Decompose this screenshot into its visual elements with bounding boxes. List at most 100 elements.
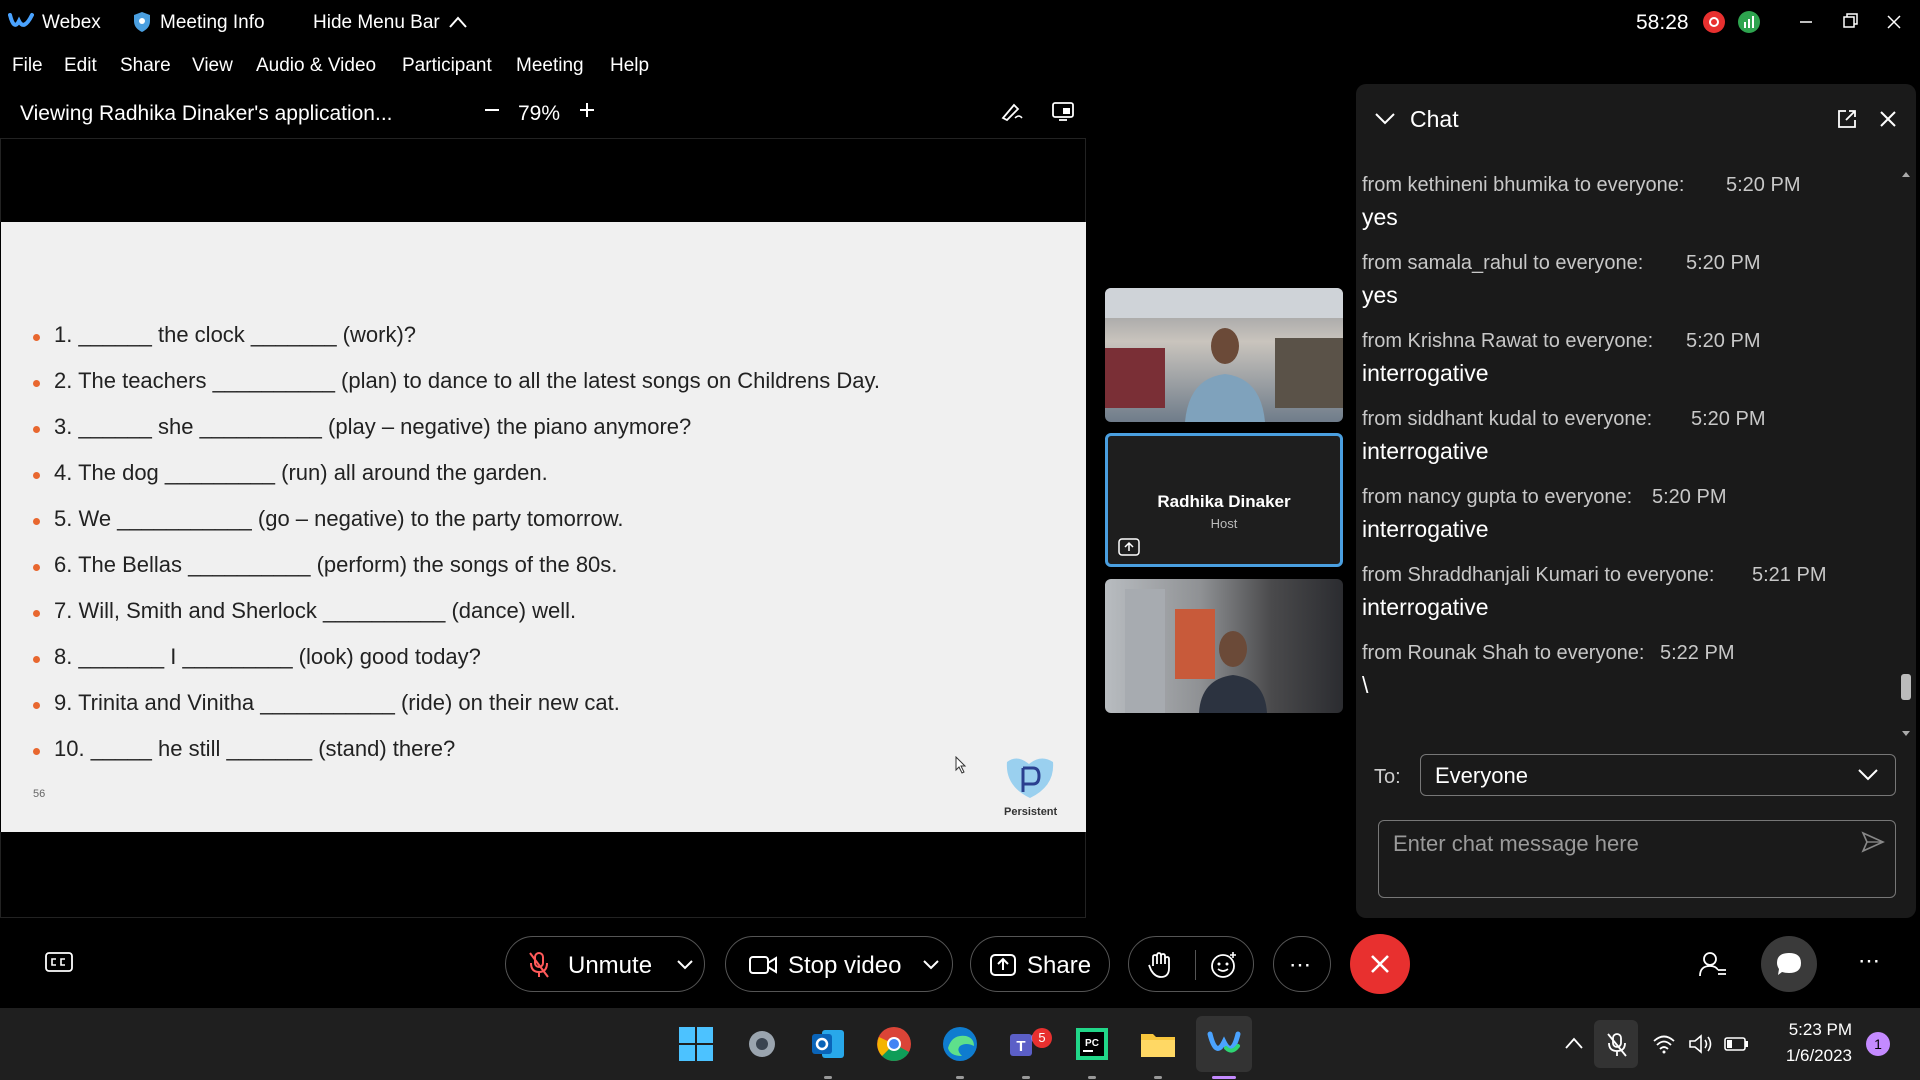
video-options-chevron-icon[interactable]	[922, 959, 940, 971]
chrome-icon[interactable]	[874, 1024, 914, 1064]
sharing-icon	[1118, 538, 1140, 556]
clock-date[interactable]: 1/6/2023	[1760, 1046, 1852, 1066]
viewing-title: Viewing Radhika Dinaker's application...	[20, 102, 393, 125]
participants-icon[interactable]	[1698, 950, 1728, 978]
panel-more-icon[interactable]: ⋯	[1858, 948, 1880, 974]
send-icon[interactable]	[1861, 831, 1885, 853]
persistent-logo-text: Persistent	[1004, 806, 1058, 818]
hide-menu-bar-button[interactable]: Hide Menu Bar	[313, 12, 440, 34]
share-screen-icon	[989, 952, 1017, 978]
menu-file[interactable]: File	[12, 55, 43, 77]
message-text: interrogative	[1362, 360, 1489, 386]
notification-badge[interactable]: 1	[1866, 1032, 1890, 1056]
chevron-up-icon[interactable]	[448, 15, 468, 29]
svg-text:T: T	[1016, 1038, 1025, 1055]
raise-hand-icon[interactable]	[1147, 950, 1173, 980]
leave-meeting-button[interactable]	[1350, 934, 1410, 994]
wifi-icon[interactable]	[1652, 1034, 1676, 1054]
chat-scrollbar[interactable]	[1900, 168, 1912, 740]
zoom-level: 79%	[518, 102, 561, 125]
windows-start-icon[interactable]	[676, 1024, 716, 1064]
participant-video-icon	[1125, 589, 1267, 713]
menu-meeting[interactable]: Meeting	[516, 55, 584, 77]
mouse-cursor-icon	[955, 756, 967, 774]
chat-message: from nancy gupta to everyone: 5:20 PM in…	[1356, 486, 1896, 564]
bullet-icon	[33, 426, 40, 433]
chat-toggle-button[interactable]	[1761, 936, 1817, 992]
recipient-select[interactable]: Everyone	[1420, 754, 1896, 796]
taskbar: T 5 PC 5:23 PM 1/6/2023 1	[0, 1008, 1920, 1080]
recording-icon[interactable]	[1702, 10, 1726, 34]
zoom-in-icon[interactable]	[577, 100, 597, 120]
message-sender: from siddhant kudal to everyone:	[1362, 408, 1653, 430]
shared-slide: 1. ______ the clock _______ (work)? 2. T…	[1, 222, 1086, 832]
bullet-icon	[33, 380, 40, 387]
file-explorer-icon[interactable]	[1138, 1024, 1178, 1064]
bullet-icon	[33, 334, 40, 341]
title-bar: Webex Meeting Info Hide Menu Bar 58:28	[0, 0, 1920, 46]
host-role: Host	[1210, 516, 1238, 531]
edge-icon[interactable]	[940, 1024, 980, 1064]
close-window-icon[interactable]	[1874, 8, 1914, 36]
outlook-icon[interactable]	[808, 1024, 848, 1064]
menu-audio-video[interactable]: Audio & Video	[256, 55, 376, 77]
participant-video-tile[interactable]	[1105, 288, 1343, 422]
close-chat-icon[interactable]	[1878, 109, 1898, 129]
meeting-timer: 58:28	[1636, 11, 1689, 34]
chat-message-input[interactable]: Enter chat message here	[1378, 820, 1896, 898]
unmute-button[interactable]: Unmute	[505, 936, 705, 992]
chat-message: from Shraddhanjali Kumari to everyone: 5…	[1356, 564, 1896, 642]
bullet-icon	[33, 472, 40, 479]
restore-icon[interactable]	[1830, 8, 1870, 36]
message-time: 5:20 PM	[1686, 330, 1761, 352]
bullet-icon	[33, 748, 40, 755]
host-tile[interactable]: Radhika Dinaker Host	[1105, 433, 1343, 567]
mic-tray-button[interactable]	[1594, 1020, 1638, 1068]
bullet-icon	[33, 656, 40, 663]
collapse-chevron-icon[interactable]	[1374, 112, 1396, 126]
stop-video-button[interactable]: Stop video	[725, 936, 953, 992]
slide-line: 8. _______ I _________ (look) good today…	[54, 644, 481, 669]
webex-taskbar-button[interactable]	[1196, 1016, 1252, 1072]
tray-chevron-up-icon[interactable]	[1564, 1036, 1584, 1050]
volume-icon[interactable]	[1688, 1034, 1714, 1054]
zoom-out-icon[interactable]	[482, 100, 502, 120]
network-stats-icon[interactable]	[1737, 10, 1761, 34]
captions-icon[interactable]	[44, 950, 74, 974]
shield-icon[interactable]	[133, 11, 151, 33]
more-options-button[interactable]: ⋯	[1273, 936, 1331, 992]
share-button[interactable]: Share	[970, 936, 1110, 992]
chat-message: from siddhant kudal to everyone: 5:20 PM…	[1356, 408, 1896, 486]
webex-logo-icon	[8, 11, 34, 33]
scroll-down-icon[interactable]	[1900, 728, 1912, 740]
bullet-icon	[33, 518, 40, 525]
chat-input-placeholder: Enter chat message here	[1393, 831, 1639, 856]
slide-line: 9. Trinita and Vinitha ___________ (ride…	[54, 690, 620, 715]
annotate-icon[interactable]	[1000, 100, 1024, 122]
menu-help[interactable]: Help	[610, 55, 649, 77]
menu-participant[interactable]: Participant	[402, 55, 492, 77]
scrollbar-thumb[interactable]	[1901, 674, 1911, 700]
slide-line: 2. The teachers __________ (plan) to dan…	[54, 368, 880, 393]
audio-options-chevron-icon[interactable]	[676, 959, 694, 971]
menu-edit[interactable]: Edit	[64, 55, 97, 77]
message-sender: from samala_rahul to everyone:	[1362, 252, 1644, 274]
running-indicator	[1022, 1076, 1030, 1079]
participant-video-tile[interactable]	[1105, 579, 1343, 713]
slide-page-number: 56	[33, 788, 46, 800]
message-sender: from nancy gupta to everyone:	[1362, 486, 1633, 508]
minimize-icon[interactable]	[1786, 8, 1826, 36]
pycharm-icon[interactable]: PC	[1072, 1024, 1112, 1064]
scroll-up-icon[interactable]	[1900, 168, 1912, 180]
meeting-info-button[interactable]: Meeting Info	[160, 12, 265, 34]
emoji-reaction-icon[interactable]	[1209, 950, 1239, 980]
popout-icon[interactable]	[1836, 108, 1858, 130]
settings-gear-icon[interactable]	[742, 1024, 782, 1064]
view-options-icon[interactable]	[1051, 100, 1075, 122]
message-sender: from kethineni bhumika to everyone:	[1362, 174, 1685, 196]
clock-time[interactable]: 5:23 PM	[1760, 1020, 1852, 1040]
menu-view[interactable]: View	[192, 55, 233, 77]
menu-share[interactable]: Share	[120, 55, 171, 77]
slide-line: 10. _____ he still _______ (stand) there…	[54, 736, 456, 761]
battery-icon[interactable]	[1724, 1035, 1750, 1053]
